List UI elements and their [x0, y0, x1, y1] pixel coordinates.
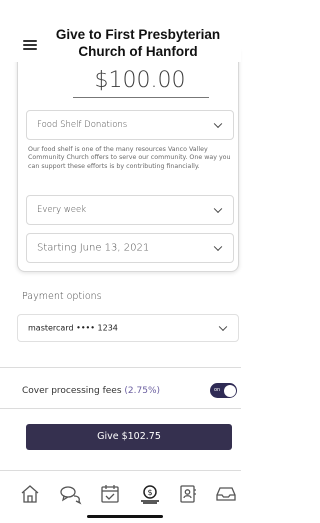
payment-options-label: Payment options [22, 291, 102, 302]
inbox-tray-icon[interactable] [214, 482, 238, 506]
contact-card-icon[interactable] [176, 482, 200, 506]
page-title: Give to First Presbyterian Church of Han… [55, 27, 221, 59]
toggle-state-text: on [214, 387, 221, 393]
give-button[interactable]: Give $102.75 [26, 424, 232, 450]
app-header: Give to First Presbyterian Church of Han… [0, 0, 241, 62]
chevron-down-icon [213, 242, 223, 252]
svg-text:$: $ [147, 488, 152, 497]
gift-amount[interactable]: $100.00 [70, 68, 210, 93]
fund-description: Our food shelf is one of the many resour… [28, 146, 231, 170]
chat-bubbles-icon[interactable] [58, 482, 82, 506]
chevron-down-icon [218, 322, 228, 332]
divider [0, 367, 241, 368]
frequency-select-value: Every week [37, 205, 87, 215]
processing-fee-toggle[interactable]: on [210, 383, 237, 398]
processing-fee-label: Cover processing fees (2.75%) [22, 386, 160, 396]
payment-method-value: mastercard •••• 1234 [28, 323, 118, 333]
home-indicator [87, 515, 163, 518]
start-date-value: Starting June 13, 2021 [37, 242, 150, 254]
frequency-select[interactable]: Every week [26, 195, 234, 225]
calendar-check-icon[interactable] [98, 482, 122, 506]
fund-select-value: Food Shelf Donations [37, 120, 128, 130]
toggle-knob [223, 384, 236, 397]
processing-fee-percent: (2.75%) [124, 386, 161, 396]
divider [0, 408, 241, 409]
hamburger-menu-icon[interactable] [23, 40, 37, 50]
tabbar-divider [0, 470, 241, 471]
chevron-down-icon [213, 204, 223, 214]
chevron-down-icon [213, 119, 223, 129]
processing-fee-text: Cover processing fees [22, 386, 122, 396]
start-date-select[interactable]: Starting June 13, 2021 [26, 233, 234, 263]
payment-method-select[interactable]: mastercard •••• 1234 [17, 314, 239, 342]
amount-underline [73, 97, 209, 98]
give-hand-icon[interactable]: $ [138, 482, 162, 506]
home-icon[interactable] [18, 482, 42, 506]
fund-select[interactable]: Food Shelf Donations [26, 110, 234, 140]
